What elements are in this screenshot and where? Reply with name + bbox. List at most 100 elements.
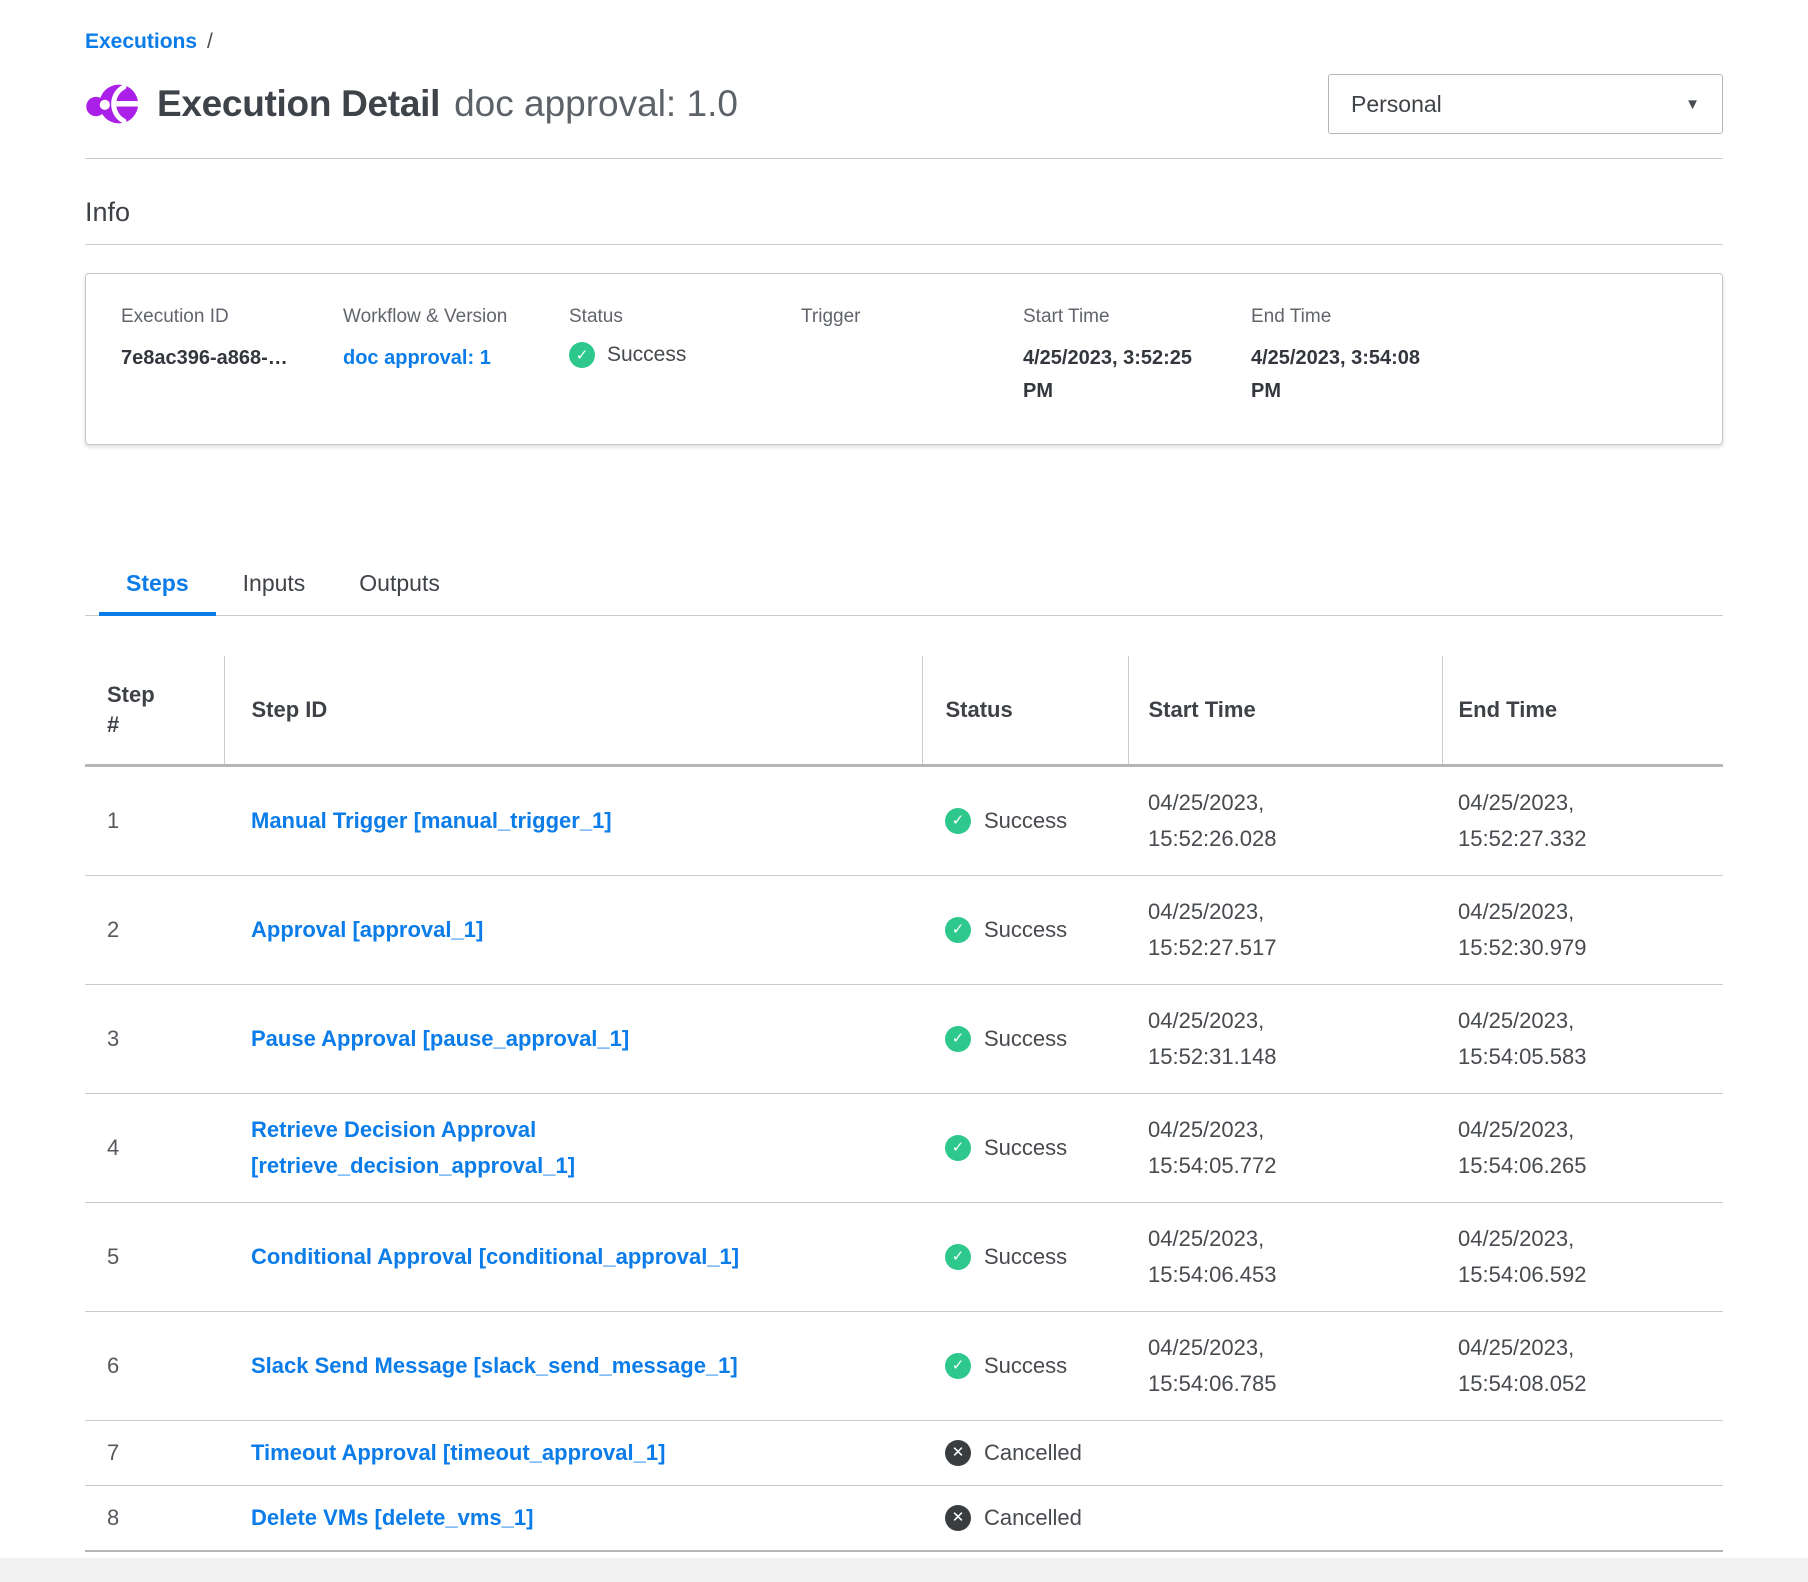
status-badge: Cancelled [945, 1435, 1118, 1471]
workflow-version-link[interactable]: doc approval: 1 [343, 342, 569, 375]
status-field: Status Success [569, 306, 801, 408]
trigger-field: Trigger [801, 306, 1023, 408]
step-link[interactable]: Manual Trigger [manual_trigger_1] [251, 803, 612, 839]
col-header-end-time: End Time [1442, 656, 1723, 766]
status-icon [945, 1135, 971, 1161]
status-text: Success [984, 912, 1067, 948]
table-row: 6 Slack Send Message [slack_send_message… [85, 1312, 1723, 1421]
breadcrumb-executions-link[interactable]: Executions [85, 30, 197, 54]
col-header-step-id: Step ID [224, 656, 922, 766]
status-badge: Success [945, 1239, 1118, 1275]
step-number: 8 [85, 1486, 224, 1552]
workspace-dropdown-value: Personal [1351, 91, 1442, 118]
status-badge: Success [945, 1348, 1118, 1384]
table-row: 4 Retrieve Decision Approval [retrieve_d… [85, 1094, 1723, 1203]
status-badge: Success [945, 1130, 1118, 1166]
status-badge: Cancelled [945, 1500, 1118, 1536]
status-icon [945, 917, 971, 943]
table-row: 1 Manual Trigger [manual_trigger_1] Succ… [85, 766, 1723, 876]
step-link[interactable]: Approval [approval_1] [251, 912, 483, 948]
status-text: Success [984, 1130, 1067, 1166]
end-time: 04/25/2023, 15:54:06.592 [1442, 1203, 1723, 1312]
table-row: 3 Pause Approval [pause_approval_1] Succ… [85, 985, 1723, 1094]
end-time: 04/25/2023, 15:52:30.979 [1442, 876, 1723, 985]
execution-id-label: Execution ID [121, 306, 343, 328]
workflow-version-label: Workflow & Version [343, 306, 569, 328]
step-number: 4 [85, 1094, 224, 1203]
status-badge: Success [945, 1021, 1118, 1057]
status-text: Success [984, 803, 1067, 839]
step-link[interactable]: Pause Approval [pause_approval_1] [251, 1021, 629, 1057]
status-icon [945, 1244, 971, 1270]
start-time [1128, 1486, 1442, 1552]
status-text: Success [984, 1021, 1067, 1057]
start-time-label: Start Time [1023, 306, 1251, 328]
start-time: 04/25/2023, 15:52:27.517 [1128, 876, 1442, 985]
table-row: 8 Delete VMs [delete_vms_1] Cancelled [85, 1486, 1723, 1552]
end-time: 04/25/2023, 15:54:08.052 [1442, 1312, 1723, 1421]
end-time [1442, 1486, 1723, 1552]
start-time: 04/25/2023, 15:52:26.028 [1128, 766, 1442, 876]
status-icon [945, 1505, 971, 1531]
col-header-step-num: Step # [85, 656, 224, 766]
start-time-field: Start Time 4/25/2023, 3:52:25 PM [1023, 306, 1251, 408]
workflow-icon [85, 79, 139, 129]
step-link[interactable]: Timeout Approval [timeout_approval_1] [251, 1435, 665, 1471]
step-link[interactable]: Retrieve Decision Approval [retrieve_dec… [251, 1112, 811, 1184]
step-number: 7 [85, 1421, 224, 1486]
chevron-down-icon: ▼ [1685, 96, 1700, 113]
step-number: 3 [85, 985, 224, 1094]
end-time-label: End Time [1251, 306, 1702, 328]
title-divider [85, 158, 1723, 159]
status-icon [945, 808, 971, 834]
step-link[interactable]: Delete VMs [delete_vms_1] [251, 1500, 533, 1536]
page-bottom-strip [0, 1558, 1808, 1582]
end-time: 04/25/2023, 15:52:27.332 [1442, 766, 1723, 876]
execution-detail-page: Executions / Execution Detail doc approv… [0, 0, 1808, 1552]
end-time: 04/25/2023, 15:54:06.265 [1442, 1094, 1723, 1203]
start-time: 04/25/2023, 15:54:06.453 [1128, 1203, 1442, 1312]
start-time: 04/25/2023, 15:52:31.148 [1128, 985, 1442, 1094]
end-time: 04/25/2023, 15:54:05.583 [1442, 985, 1723, 1094]
step-link[interactable]: Slack Send Message [slack_send_message_1… [251, 1348, 738, 1384]
status-label: Status [569, 306, 801, 328]
page-subtitle: doc approval: 1.0 [454, 83, 738, 125]
execution-id-field: Execution ID 7e8ac396-a868-… [121, 306, 343, 408]
tab-inputs[interactable]: Inputs [216, 557, 333, 616]
tab-outputs[interactable]: Outputs [332, 557, 467, 616]
info-card: Execution ID 7e8ac396-a868-… Workflow & … [85, 273, 1723, 445]
end-time-value: 4/25/2023, 3:54:08 PM [1251, 342, 1451, 408]
step-number: 2 [85, 876, 224, 985]
step-number: 1 [85, 766, 224, 876]
step-link[interactable]: Conditional Approval [conditional_approv… [251, 1239, 739, 1275]
status-icon [945, 1026, 971, 1052]
table-row: 5 Conditional Approval [conditional_appr… [85, 1203, 1723, 1312]
status-text: Cancelled [984, 1435, 1082, 1471]
status-icon [945, 1353, 971, 1379]
execution-id-value: 7e8ac396-a868-… [121, 342, 343, 375]
workspace-dropdown[interactable]: Personal ▼ [1328, 74, 1723, 134]
end-time-field: End Time 4/25/2023, 3:54:08 PM [1251, 306, 1702, 408]
col-header-start-time: Start Time [1128, 656, 1442, 766]
breadcrumb: Executions / [85, 30, 1723, 54]
col-header-status: Status [922, 656, 1128, 766]
page-title: Execution Detail [157, 83, 440, 125]
info-section-title: Info [85, 197, 1723, 228]
title-row: Execution Detail doc approval: 1.0 Perso… [85, 74, 1723, 134]
status-badge: Success [569, 342, 801, 368]
step-number: 5 [85, 1203, 224, 1312]
status-text: Success [607, 343, 686, 367]
step-number: 6 [85, 1312, 224, 1421]
end-time [1442, 1421, 1723, 1486]
workflow-version-field: Workflow & Version doc approval: 1 [343, 306, 569, 408]
info-divider [85, 244, 1723, 245]
tab-steps[interactable]: Steps [99, 557, 216, 616]
start-time: 04/25/2023, 15:54:06.785 [1128, 1312, 1442, 1421]
status-icon [945, 1440, 971, 1466]
status-badge: Success [945, 803, 1118, 839]
status-text: Success [984, 1348, 1067, 1384]
status-text: Success [984, 1239, 1067, 1275]
start-time [1128, 1421, 1442, 1486]
status-text: Cancelled [984, 1500, 1082, 1536]
check-circle-icon [569, 342, 595, 368]
